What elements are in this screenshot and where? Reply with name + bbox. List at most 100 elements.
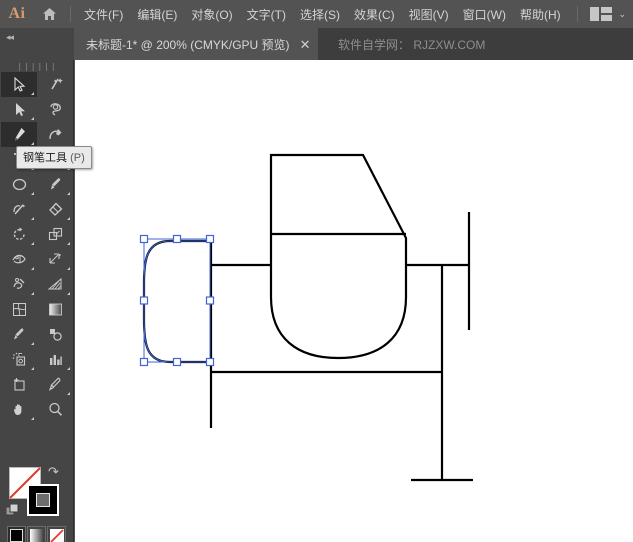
- tool-flyout-indicator: [31, 292, 34, 295]
- tool-flyout-indicator: [67, 217, 70, 220]
- selection-handles[interactable]: [139, 234, 215, 367]
- artboard-tool[interactable]: [1, 372, 37, 397]
- pen-tool-tooltip: 钢笔工具 (P): [16, 146, 92, 169]
- direct-selection-tool[interactable]: [1, 97, 37, 122]
- gradient-tool[interactable]: [37, 297, 73, 322]
- menu-window[interactable]: 窗口(W): [456, 2, 513, 27]
- gradient-swatch-button[interactable]: [27, 526, 46, 542]
- tool-flyout-indicator: [67, 367, 70, 370]
- selection-bounding-box[interactable]: [139, 234, 215, 367]
- handle-middle-left[interactable]: [139, 296, 149, 305]
- menu-help[interactable]: 帮助(H): [513, 2, 568, 27]
- tool-flyout-indicator: [67, 267, 70, 270]
- eyedropper-tool[interactable]: [1, 322, 37, 347]
- handle-bottom-left[interactable]: [139, 357, 149, 367]
- menu-bar: Ai 文件(F) 编辑(E) 对象(O) 文字(T) 选择(S) 效果(C) 视…: [0, 0, 633, 28]
- menu-edit[interactable]: 编辑(E): [130, 2, 184, 27]
- handle-top-center[interactable]: [172, 234, 182, 244]
- menu-bar-right: ⌄: [571, 6, 633, 22]
- menu-effect[interactable]: 效果(C): [347, 2, 402, 27]
- concrete-mixer-artwork: [139, 153, 473, 482]
- stroke-swatch[interactable]: [27, 484, 59, 516]
- toolbar-collapse-bar[interactable]: ◂◂: [0, 28, 74, 60]
- selected-path-highlight: [143, 240, 210, 363]
- color-controls: ↷: [0, 462, 73, 542]
- handle-top-left[interactable]: [139, 234, 149, 244]
- tool-flyout-indicator: [67, 392, 70, 395]
- none-swatch-button[interactable]: [47, 526, 66, 542]
- gradient-swatch-icon: [29, 528, 44, 542]
- tool-flyout-indicator: [31, 342, 34, 345]
- mesh-tool[interactable]: [1, 297, 37, 322]
- menu-separator: [70, 6, 71, 22]
- document-tab-bar: 未标题-1* @ 200% (CMYK/GPU 预览) ✕ 软件自学网： RJZ…: [0, 28, 633, 60]
- selection-rect: [143, 238, 211, 363]
- tool-flyout-indicator: [31, 142, 34, 145]
- tool-flyout-indicator: [31, 417, 34, 420]
- menu-select[interactable]: 选择(S): [293, 2, 347, 27]
- handle-bottom-right[interactable]: [205, 357, 215, 367]
- collapse-arrows-icon[interactable]: ◂◂: [6, 32, 14, 43]
- handle-top-right[interactable]: [205, 234, 215, 244]
- paintbrush-tool[interactable]: [37, 172, 73, 197]
- color-swatch-icon: [10, 529, 23, 542]
- tool-flyout-indicator: [31, 242, 34, 245]
- tool-flyout-indicator: [67, 292, 70, 295]
- hand-tool[interactable]: [1, 397, 37, 422]
- menu-file[interactable]: 文件(F): [77, 2, 130, 27]
- tool-flyout-indicator: [67, 192, 70, 195]
- tooltip-shortcut: (P): [70, 152, 85, 164]
- tool-flyout-indicator: [67, 242, 70, 245]
- slice-tool[interactable]: [37, 372, 73, 397]
- column-graph-tool[interactable]: [37, 347, 73, 372]
- tab-title: 未标题-1* @ 200% (CMYK/GPU 预览): [86, 37, 290, 52]
- menu-object[interactable]: 对象(O): [184, 2, 239, 27]
- close-icon[interactable]: ✕: [300, 38, 311, 51]
- width-tool[interactable]: [1, 247, 37, 272]
- tab-untitled-1[interactable]: 未标题-1* @ 200% (CMYK/GPU 预览) ✕: [74, 28, 319, 60]
- magic-wand-tool[interactable]: [37, 72, 73, 97]
- tooltip-label: 钢笔工具: [23, 152, 67, 164]
- shape-builder-tool[interactable]: [1, 272, 37, 297]
- toolbar-grip[interactable]: ❘❘❘❘❘❘: [0, 60, 73, 72]
- rotate-tool[interactable]: [1, 222, 37, 247]
- default-fill-stroke-icon[interactable]: [5, 503, 19, 517]
- mixer-line-art: [209, 153, 473, 482]
- color-swatch-button[interactable]: [7, 526, 26, 542]
- symbol-sprayer-tool[interactable]: [1, 347, 37, 372]
- ellipse-tool[interactable]: [1, 172, 37, 197]
- menu-type[interactable]: 文字(T): [240, 2, 293, 27]
- free-transform-tool[interactable]: [37, 247, 73, 272]
- tool-flyout-indicator: [31, 92, 34, 95]
- rounded-chute-path[interactable]: [142, 239, 210, 364]
- document-canvas[interactable]: [75, 60, 633, 542]
- handle-middle-right[interactable]: [205, 296, 215, 305]
- eraser-tool[interactable]: [37, 197, 73, 222]
- grip-dots-icon: ❘❘❘❘❘❘: [16, 61, 57, 71]
- pen-tool[interactable]: [1, 122, 37, 147]
- fill-type-row: [7, 526, 66, 542]
- shaper-tool[interactable]: [1, 197, 37, 222]
- perspective-grid-tool[interactable]: [37, 272, 73, 297]
- blend-tool[interactable]: [37, 322, 73, 347]
- watermark-text: 软件自学网： RJZXW.COM: [338, 37, 486, 52]
- tool-flyout-indicator: [31, 267, 34, 270]
- home-icon[interactable]: [34, 0, 64, 28]
- lasso-tool[interactable]: [37, 97, 73, 122]
- tool-grid: [0, 72, 73, 422]
- curvature-tool[interactable]: [37, 122, 73, 147]
- stroke-swatch-inner: [36, 493, 50, 507]
- zoom-tool[interactable]: [37, 397, 73, 422]
- app-logo: Ai: [8, 5, 26, 22]
- arrange-documents-icon[interactable]: [590, 7, 613, 21]
- selection-tool[interactable]: [1, 72, 37, 97]
- handle-bottom-center[interactable]: [172, 357, 182, 367]
- tools-panel: ❘❘❘❘❘❘ ↷: [0, 60, 74, 542]
- menu-view[interactable]: 视图(V): [402, 2, 456, 27]
- scale-tool[interactable]: [37, 222, 73, 247]
- tool-flyout-indicator: [31, 367, 34, 370]
- selected-path-stroke: [142, 239, 210, 364]
- chevron-down-icon[interactable]: ⌄: [618, 9, 626, 20]
- swap-fill-stroke-icon[interactable]: ↷: [48, 464, 59, 480]
- tool-flyout-indicator: [31, 217, 34, 220]
